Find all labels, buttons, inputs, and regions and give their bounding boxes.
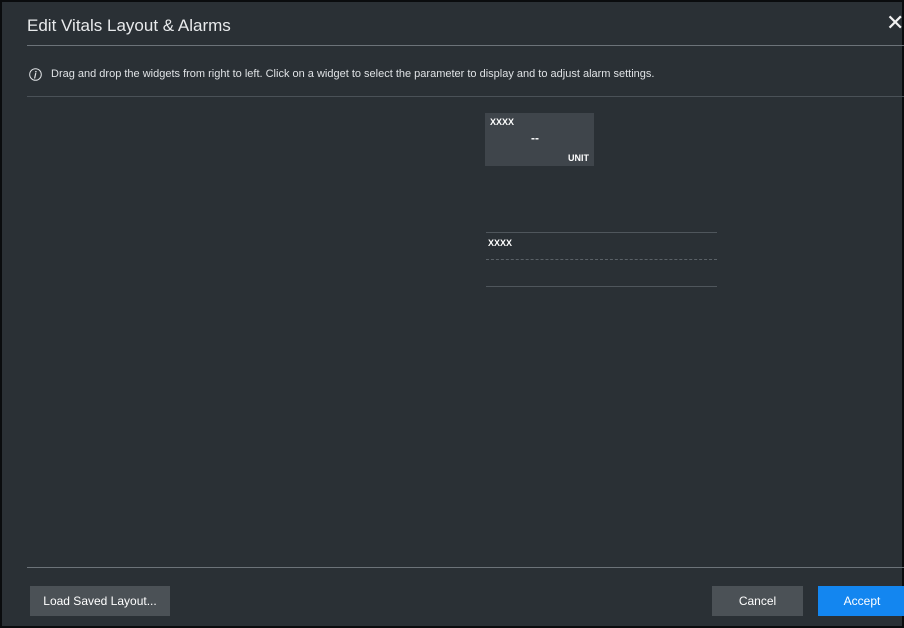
footer-divider xyxy=(27,567,904,568)
edit-vitals-dialog: Edit Vitals Layout & Alarms ✕ Drag and d… xyxy=(0,0,904,628)
load-saved-layout-button[interactable]: Load Saved Layout... xyxy=(30,586,170,616)
numeric-widget-unit: UNIT xyxy=(568,153,589,163)
info-message: Drag and drop the widgets from right to … xyxy=(29,66,654,82)
numeric-widget-value: -- xyxy=(531,131,539,145)
info-text: Drag and drop the widgets from right to … xyxy=(51,68,655,80)
cancel-button[interactable]: Cancel xyxy=(712,586,803,616)
close-icon[interactable]: ✕ xyxy=(886,12,904,34)
waveform-baseline xyxy=(486,259,717,260)
info-icon xyxy=(29,67,42,81)
waveform-widget-label: XXXX xyxy=(488,238,513,248)
dialog-title: Edit Vitals Layout & Alarms xyxy=(27,16,231,35)
numeric-widget[interactable]: XXXX -- UNIT xyxy=(485,113,594,166)
title-divider xyxy=(27,45,904,46)
waveform-top-border xyxy=(486,232,717,233)
info-divider xyxy=(27,96,904,97)
waveform-bottom-border xyxy=(486,286,717,287)
accept-button[interactable]: Accept xyxy=(818,586,904,616)
numeric-widget-label: XXXX xyxy=(490,117,515,127)
